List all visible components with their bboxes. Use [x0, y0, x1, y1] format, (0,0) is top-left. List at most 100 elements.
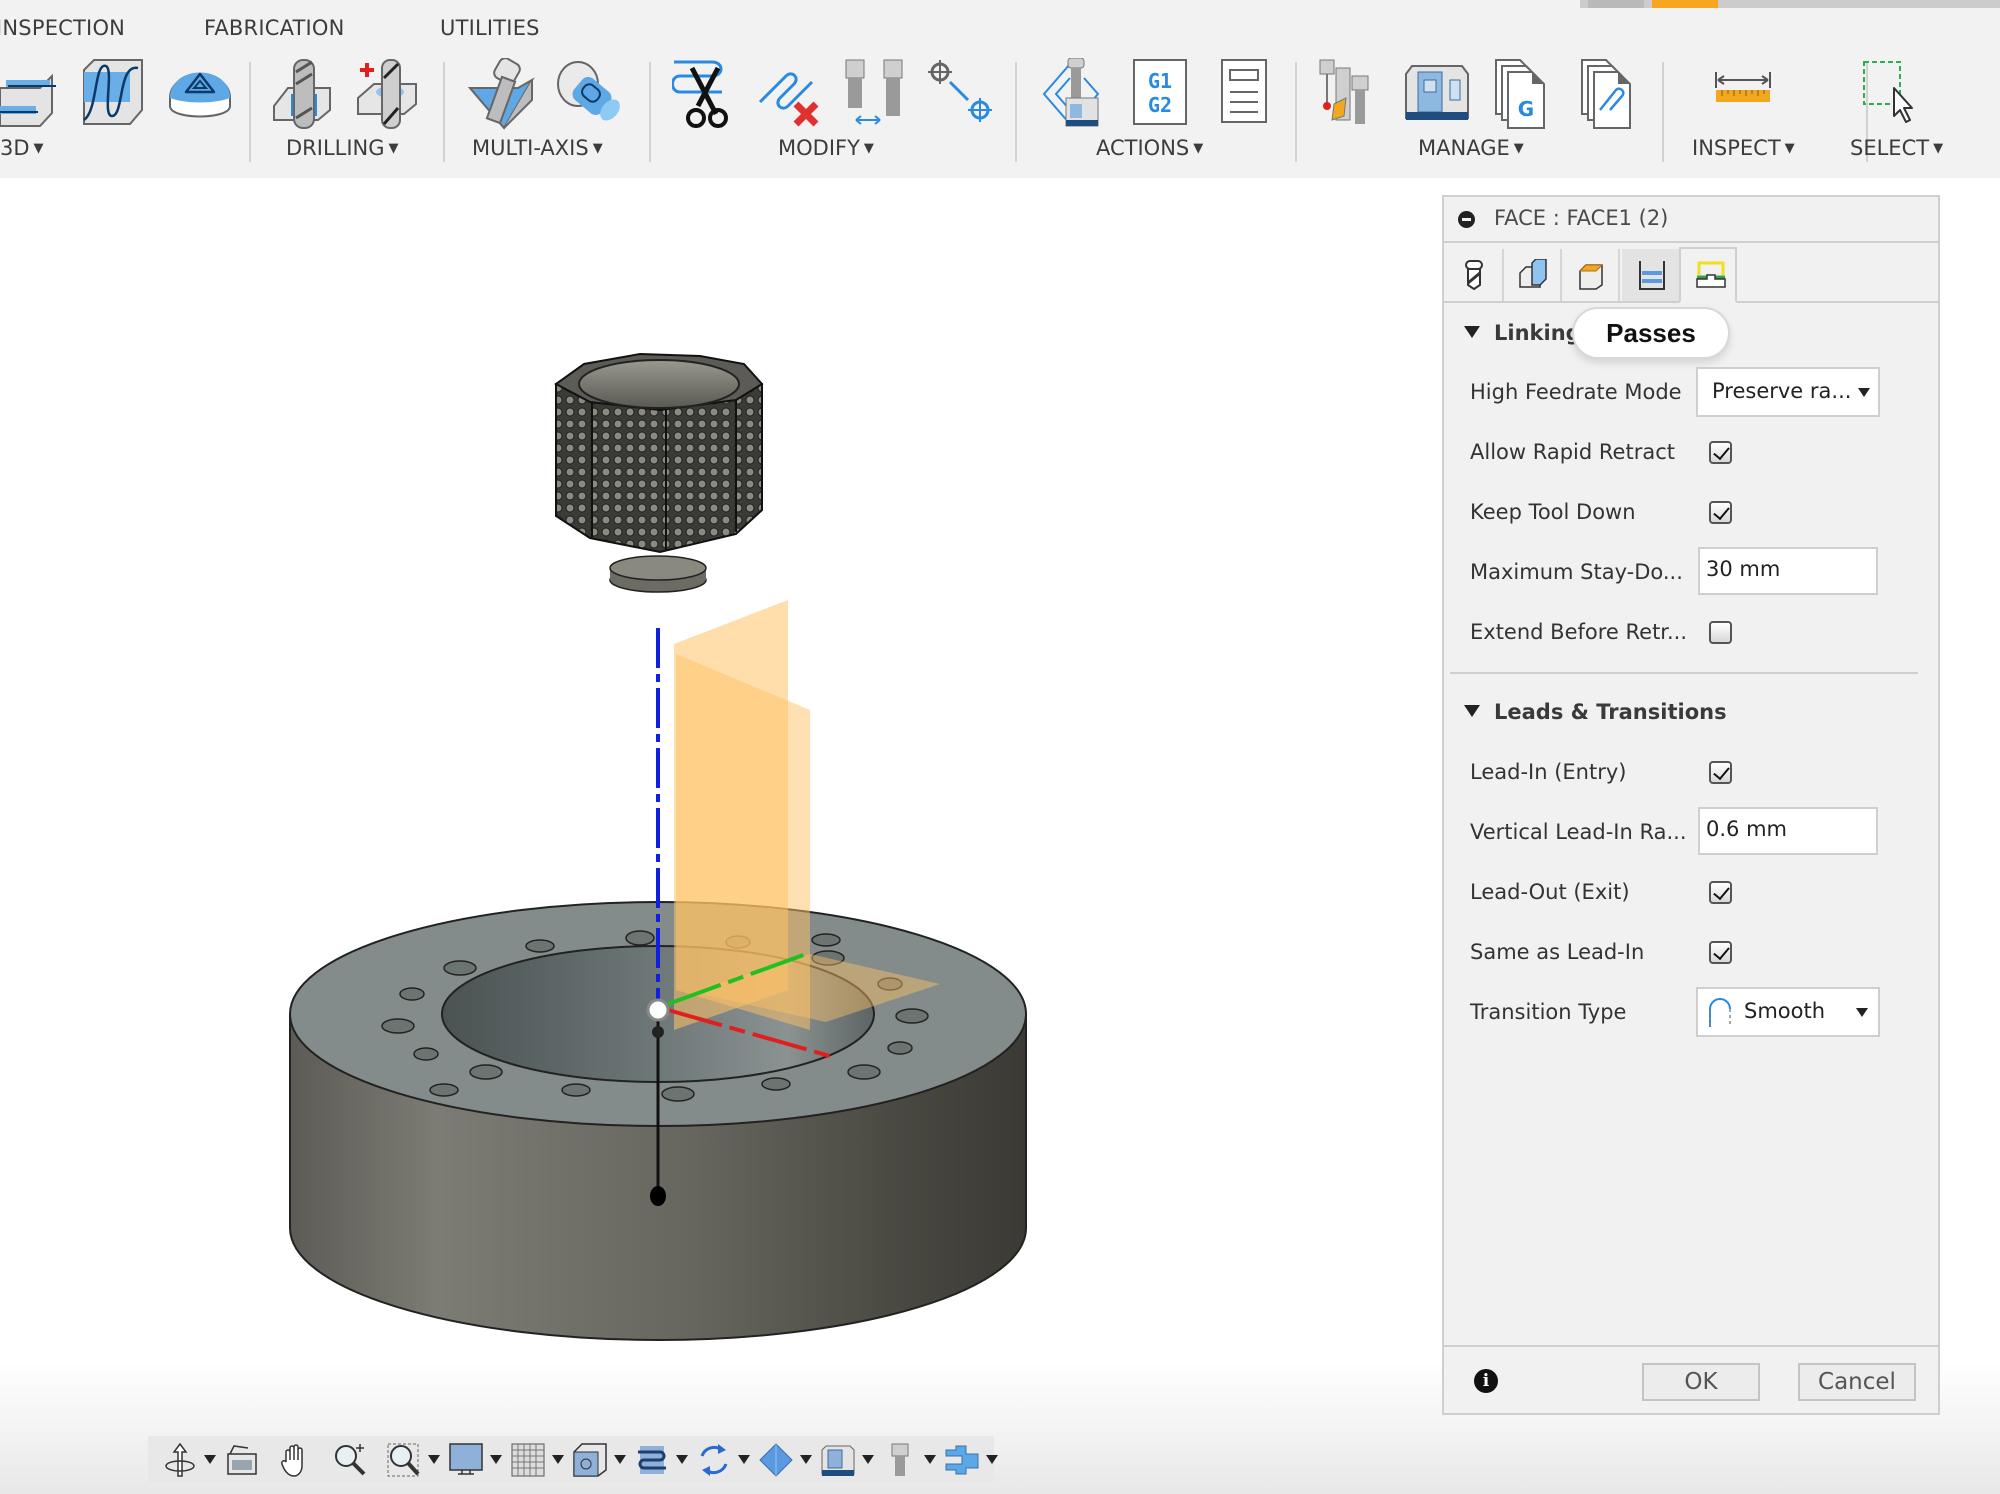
allow-rapid-retract-label: Allow Rapid Retract: [1470, 440, 1675, 464]
tool-compare-icon[interactable]: [840, 58, 914, 130]
nav-menu-caret-icon[interactable]: [490, 1455, 502, 1464]
group-drilling-menu[interactable]: DRILLING ▼: [286, 136, 399, 160]
3d-pocket-icon[interactable]: [164, 58, 238, 130]
progress-indicator: [1580, 0, 2000, 8]
tool-display-icon[interactable]: [882, 1442, 918, 1478]
group-divider: [249, 62, 251, 162]
post-library-icon[interactable]: G: [1490, 58, 1564, 130]
post-process-gcode-icon[interactable]: G1 G2: [1124, 58, 1198, 130]
extend-before-retract-checkbox[interactable]: [1709, 621, 1732, 644]
display-settings-icon[interactable]: [448, 1442, 484, 1478]
group-select-menu[interactable]: SELECT ▼: [1850, 136, 1943, 160]
nav-menu-caret-icon[interactable]: [862, 1455, 874, 1464]
nav-menu-caret-icon[interactable]: [676, 1455, 688, 1464]
section-linking-header[interactable]: Linking: [1464, 321, 1581, 345]
keep-tool-down-label: Keep Tool Down: [1470, 500, 1636, 524]
multi-axis-contour-icon[interactable]: [552, 58, 626, 130]
caret-down-icon: ▼: [1193, 141, 1204, 156]
tab-heights[interactable]: [1562, 249, 1620, 301]
window-select-icon[interactable]: [1858, 58, 1932, 130]
pan-hand-icon[interactable]: [278, 1442, 314, 1478]
smooth-arc-icon: [1709, 998, 1731, 1027]
keep-tool-down-checkbox[interactable]: [1709, 501, 1732, 524]
fixture-icon[interactable]: [944, 1442, 980, 1478]
tab-utilities[interactable]: UTILITIES: [440, 16, 540, 40]
grid-icon[interactable]: [510, 1442, 546, 1478]
lead-out-label: Lead-Out (Exit): [1470, 880, 1630, 904]
tab-passes[interactable]: [1622, 249, 1679, 301]
zoom-window-icon[interactable]: [386, 1442, 422, 1478]
measure-icon[interactable]: [1706, 58, 1780, 130]
section-leads-transitions-header[interactable]: Leads & Transitions: [1464, 700, 1727, 724]
group-actions-menu[interactable]: ACTIONS ▼: [1096, 136, 1203, 160]
move-point-icon[interactable]: [924, 58, 998, 130]
wcs-origin[interactable]: [646, 998, 670, 1022]
ok-button[interactable]: OK: [1642, 1363, 1760, 1401]
machine-icon[interactable]: [820, 1442, 856, 1478]
nav-menu-caret-icon[interactable]: [738, 1455, 750, 1464]
nav-menu-caret-icon[interactable]: [552, 1455, 564, 1464]
group-divider: [1015, 62, 1017, 162]
group-divider: [1295, 62, 1297, 162]
zoom-icon[interactable]: [332, 1442, 368, 1478]
viewports-icon[interactable]: [572, 1442, 608, 1478]
machine-library-icon[interactable]: [1402, 58, 1476, 130]
tab-tooltip: Passes: [1572, 307, 1730, 359]
tab-fabrication[interactable]: FABRICATION: [204, 16, 345, 40]
nav-menu-caret-icon[interactable]: [204, 1455, 216, 1464]
allow-rapid-retract-checkbox[interactable]: [1709, 441, 1732, 464]
group-inspect-menu[interactable]: INSPECT ▼: [1692, 136, 1795, 160]
transition-type-select[interactable]: Smooth: [1696, 987, 1880, 1037]
lead-in-checkbox[interactable]: [1709, 761, 1732, 784]
same-as-lead-in-checkbox[interactable]: [1709, 941, 1732, 964]
drill-icon[interactable]: [270, 58, 344, 130]
setup-sheet-icon[interactable]: [1208, 58, 1282, 130]
group-3d-label: 3D: [0, 136, 30, 160]
trim-toolpath-icon[interactable]: [672, 58, 746, 130]
nav-menu-caret-icon[interactable]: [614, 1455, 626, 1464]
cancel-button[interactable]: Cancel: [1798, 1363, 1916, 1401]
simulate-icon[interactable]: [1040, 58, 1114, 130]
maximum-stay-down-label: Maximum Stay-Do...: [1470, 560, 1683, 584]
tool-library-icon[interactable]: [1316, 58, 1390, 130]
orbit-icon[interactable]: [162, 1442, 198, 1478]
high-feedrate-mode-select[interactable]: Preserve ra...: [1696, 367, 1880, 417]
caret-down-icon: ▼: [33, 141, 44, 156]
group-modify-menu[interactable]: MODIFY ▼: [778, 136, 874, 160]
vertical-lead-in-radius-input[interactable]: 0.6 mm: [1698, 807, 1878, 855]
delete-toolpath-icon[interactable]: [756, 58, 830, 130]
group-divider: [649, 62, 651, 162]
tab-geometry[interactable]: [1504, 249, 1562, 301]
3d-scallop-icon[interactable]: [80, 58, 154, 130]
info-icon[interactable]: i: [1474, 1369, 1498, 1393]
lead-out-checkbox[interactable]: [1709, 881, 1732, 904]
collapse-icon[interactable]: [1458, 211, 1475, 228]
nav-menu-caret-icon[interactable]: [800, 1455, 812, 1464]
simulation-loop-icon[interactable]: [696, 1442, 732, 1478]
hole-recognition-icon[interactable]: [354, 58, 428, 130]
nav-menu-caret-icon[interactable]: [986, 1455, 998, 1464]
group-drilling-label: DRILLING: [286, 136, 385, 160]
knurled-cap-model[interactable]: [554, 352, 764, 593]
group-manage-menu[interactable]: MANAGE ▼: [1418, 136, 1524, 160]
toolpath-display-icon[interactable]: [634, 1442, 670, 1478]
nav-menu-caret-icon[interactable]: [924, 1455, 936, 1464]
maximum-stay-down-input[interactable]: 30 mm: [1698, 547, 1878, 595]
group-3d-menu[interactable]: 3D ▼: [0, 136, 44, 160]
nav-menu-caret-icon[interactable]: [428, 1455, 440, 1464]
swarf-icon[interactable]: [468, 58, 542, 130]
template-library-icon[interactable]: [1576, 58, 1650, 130]
group-actions-label: ACTIONS: [1096, 136, 1190, 160]
tab-linking[interactable]: [1679, 247, 1737, 303]
stock-icon[interactable]: [758, 1442, 794, 1478]
tab-inspection[interactable]: INSPECTION: [0, 16, 125, 40]
high-feedrate-mode-value: Preserve ra...: [1712, 379, 1852, 403]
tab-tool[interactable]: [1444, 249, 1504, 301]
3d-steep-shallow-icon[interactable]: [0, 58, 60, 130]
geometry-icon: [1519, 259, 1547, 288]
group-multi-axis-menu[interactable]: MULTI-AXIS ▼: [472, 136, 603, 160]
svg-text:G: G: [1518, 97, 1534, 121]
high-feedrate-mode-label: High Feedrate Mode: [1470, 380, 1682, 404]
look-at-icon[interactable]: [224, 1442, 260, 1478]
extend-before-retract-label: Extend Before Retr...: [1470, 620, 1688, 644]
